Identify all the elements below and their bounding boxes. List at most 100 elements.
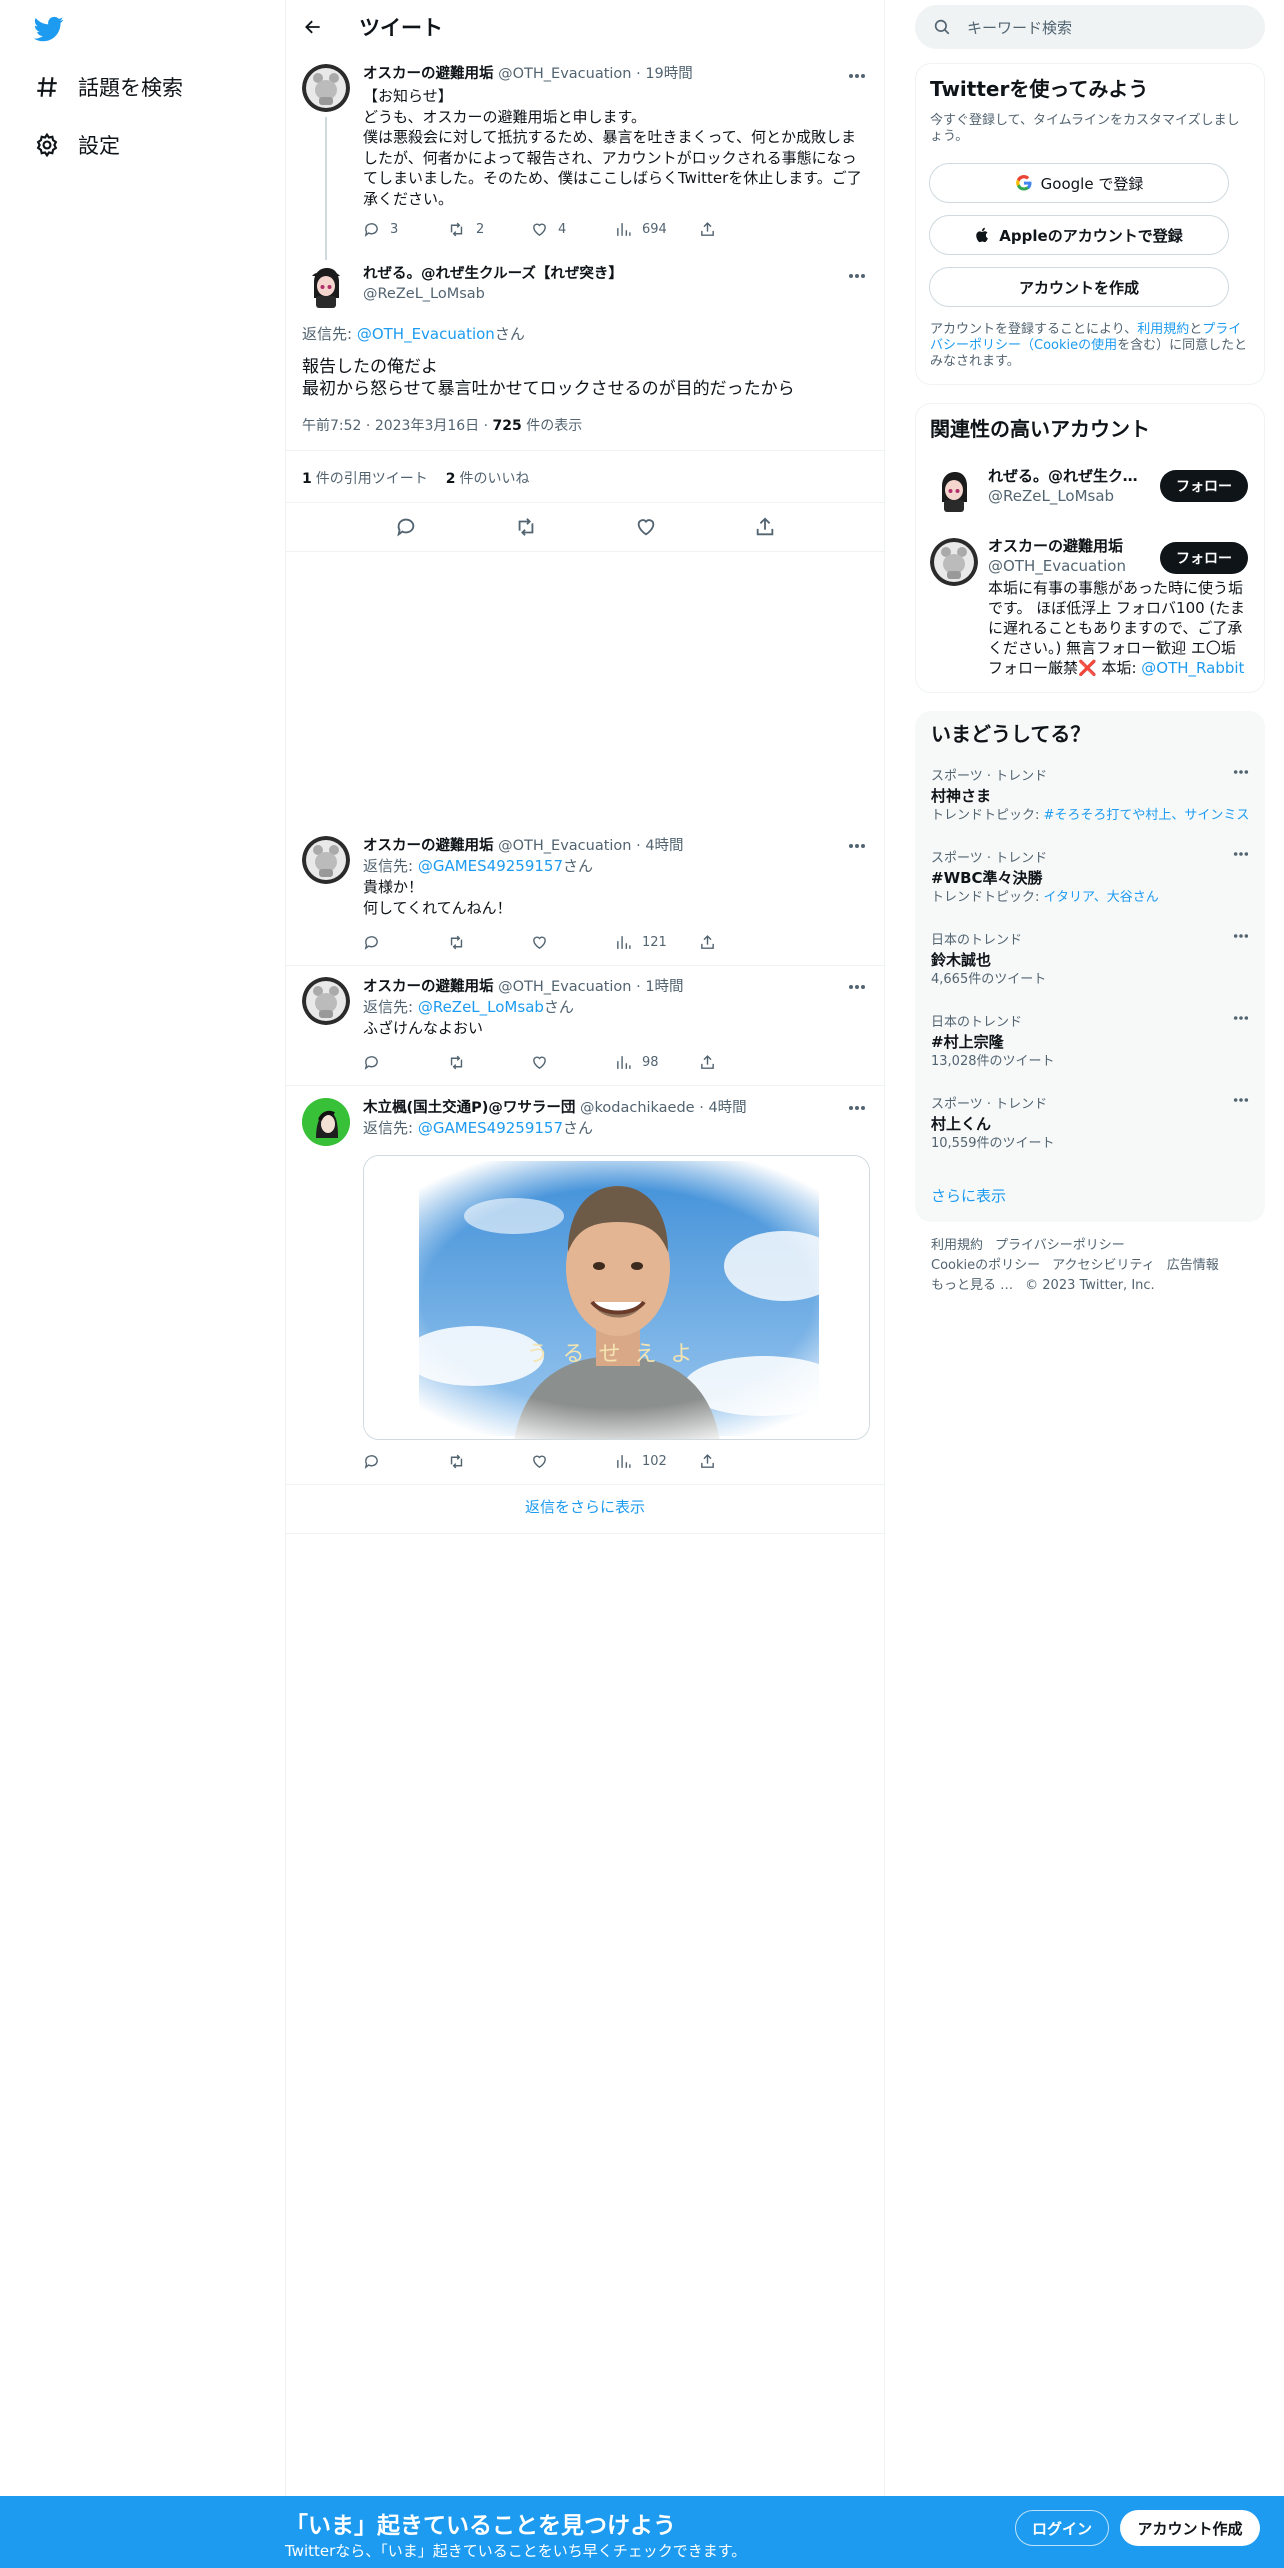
handle[interactable]: @OTH_Evacuation — [498, 979, 631, 995]
like-button[interactable]: 4 — [531, 218, 615, 240]
quote-tweets-link[interactable]: 1 件の引用ツイート — [302, 468, 428, 488]
reply-tweet[interactable]: オスカーの避難用垢 @OTH_Evacuation · 1時間 返信先: @Re… — [286, 977, 884, 1085]
display-name[interactable]: オスカーの避難用垢 — [363, 838, 494, 854]
reply-tweet[interactable]: オスカーの避難用垢 @OTH_Evacuation · 4時間 返信先: @GA… — [286, 836, 884, 966]
google-signup-button[interactable]: Google で登録 — [929, 163, 1229, 203]
mention-link[interactable]: @ReZeL_LoMsab — [418, 998, 544, 1016]
trend-item[interactable]: 日本のトレンド 鈴木誠也 4,665件のツイート — [931, 933, 1249, 989]
views-button[interactable]: 694 — [615, 218, 699, 240]
footer-link[interactable]: Cookieのポリシー — [931, 1258, 1040, 1273]
create-account-button[interactable]: アカウントを作成 — [929, 267, 1229, 307]
timestamp[interactable]: 4時間 — [708, 1100, 746, 1116]
display-name[interactable]: れぜる。@れぜ生クルーズ【れぜ突き】 — [363, 264, 868, 284]
share-button[interactable] — [699, 931, 783, 953]
search-bar[interactable]: キーワード検索 — [915, 5, 1265, 49]
heart-icon[interactable] — [635, 516, 657, 538]
footer-link[interactable]: 利用規約 — [931, 1238, 983, 1253]
trend-item[interactable]: スポーツ · トレンド #WBC準々決勝 トレンドトピック: イタリア、大谷さん — [931, 851, 1249, 907]
share-button[interactable] — [699, 218, 783, 240]
divider — [286, 1484, 884, 1485]
footer-more-link[interactable]: もっと見る … — [931, 1278, 1013, 1293]
avatar[interactable] — [302, 1098, 350, 1146]
more-icon[interactable] — [846, 1098, 868, 1118]
mention-link[interactable]: @OTH_Evacuation — [357, 325, 495, 343]
google-signup-label: Google で登録 — [1040, 174, 1144, 193]
avatar[interactable] — [302, 64, 350, 112]
trend-item[interactable]: スポーツ · トレンド 村上くん 10,559件のツイート — [931, 1097, 1249, 1153]
avatar[interactable] — [302, 977, 350, 1025]
more-icon[interactable] — [846, 266, 868, 286]
more-icon[interactable] — [846, 836, 868, 856]
nav-settings[interactable]: 設定 — [30, 123, 120, 167]
tweet-date[interactable]: 2023年3月16日 — [375, 418, 479, 434]
follow-button[interactable]: フォロー — [1160, 470, 1248, 502]
display-name[interactable]: オスカーの避難用垢 — [363, 66, 494, 82]
tweet-meta: 午前7:52 · 2023年3月16日 · 725 件の表示 — [302, 418, 583, 434]
share-icon[interactable] — [754, 516, 776, 538]
more-icon[interactable] — [1233, 769, 1249, 775]
display-name[interactable]: 木立楓(国土交通P)@ワサラー団 — [363, 1100, 575, 1116]
terms-link[interactable]: 利用規約 — [1137, 322, 1189, 337]
reply-icon[interactable] — [395, 516, 417, 538]
signup-button[interactable]: アカウント作成 — [1120, 2510, 1260, 2546]
parent-tweet[interactable]: オスカーの避難用垢 @OTH_Evacuation · 19時間 【お知らせ】 … — [286, 62, 884, 260]
login-button[interactable]: ログイン — [1015, 2510, 1109, 2546]
footer-link[interactable]: アクセシビリティ — [1052, 1258, 1155, 1273]
trend-item[interactable]: 日本のトレンド #村上宗隆 13,028件のツイート — [931, 1015, 1249, 1071]
handle[interactable]: @OTH_Evacuation — [498, 66, 631, 82]
more-icon[interactable] — [1233, 851, 1249, 857]
like-button[interactable] — [531, 1450, 615, 1472]
more-icon[interactable] — [1233, 1015, 1249, 1021]
avatar[interactable] — [302, 836, 350, 884]
avatar[interactable] — [930, 538, 978, 586]
trends-show-more-link[interactable]: さらに表示 — [931, 1185, 1006, 1206]
likes-link[interactable]: 2 件のいいね — [446, 468, 530, 488]
mention-link[interactable]: @GAMES49259157 — [418, 857, 563, 875]
avatar[interactable] — [302, 262, 350, 310]
handle[interactable]: @OTH_Evacuation — [498, 838, 631, 854]
reply-button[interactable] — [363, 1450, 447, 1472]
avatar[interactable] — [930, 466, 978, 514]
mention-link[interactable]: @GAMES49259157 — [418, 1119, 563, 1137]
share-button[interactable] — [699, 1051, 783, 1073]
retweet-button[interactable] — [447, 1450, 531, 1472]
search-input[interactable]: キーワード検索 — [967, 17, 1072, 38]
like-button[interactable] — [531, 1051, 615, 1073]
reply-button[interactable]: 3 — [363, 218, 447, 240]
twitter-bird-icon[interactable] — [32, 14, 66, 44]
timestamp[interactable]: 1時間 — [645, 979, 683, 995]
reply-button[interactable] — [363, 1051, 447, 1073]
retweet-button[interactable] — [447, 931, 531, 953]
share-icon — [701, 1054, 714, 1069]
apple-signup-button[interactable]: Appleのアカウントで登録 — [929, 215, 1229, 255]
handle[interactable]: @ReZeL_LoMsab — [363, 284, 868, 304]
trend-item[interactable]: スポーツ · トレンド 村神さま トレンドトピック: #そろそろ打てや村上、サイ… — [931, 769, 1249, 825]
more-icon[interactable] — [1233, 933, 1249, 939]
timestamp[interactable]: 4時間 — [645, 838, 683, 854]
retweet-button[interactable]: 2 — [447, 218, 531, 240]
like-button[interactable] — [531, 931, 615, 953]
share-button[interactable] — [699, 1450, 783, 1472]
timestamp[interactable]: 19時間 — [645, 66, 692, 82]
views-button[interactable]: 98 — [615, 1051, 699, 1073]
handle[interactable]: @kodachikaede — [580, 1100, 695, 1116]
back-arrow-icon[interactable] — [298, 12, 328, 42]
more-icon[interactable] — [846, 977, 868, 997]
retweet-button[interactable] — [447, 1051, 531, 1073]
nav-explore[interactable]: 話題を検索 — [30, 65, 183, 109]
tweet-time[interactable]: 午前7:52 — [302, 418, 361, 434]
bio-mention-link[interactable]: @OTH_Rabbit — [1141, 659, 1244, 677]
retweet-icon[interactable] — [514, 516, 538, 538]
display-name[interactable]: オスカーの避難用垢 — [363, 979, 494, 995]
reply-button[interactable] — [363, 931, 447, 953]
follow-button[interactable]: フォロー — [1160, 542, 1248, 574]
footer-link[interactable]: 広告情報 — [1167, 1258, 1219, 1273]
more-icon[interactable] — [1233, 1097, 1249, 1103]
views-button[interactable]: 102 — [615, 1450, 699, 1472]
views-button[interactable]: 121 — [615, 931, 699, 953]
footer-link[interactable]: プライバシーポリシー — [995, 1238, 1125, 1253]
tweet-image[interactable]: うるせえよ — [363, 1155, 870, 1440]
show-more-replies-link[interactable]: 返信をさらに表示 — [286, 1496, 884, 1517]
reply-to: 返信先: @GAMES49259157さん — [363, 1119, 594, 1137]
more-icon[interactable] — [846, 66, 868, 86]
